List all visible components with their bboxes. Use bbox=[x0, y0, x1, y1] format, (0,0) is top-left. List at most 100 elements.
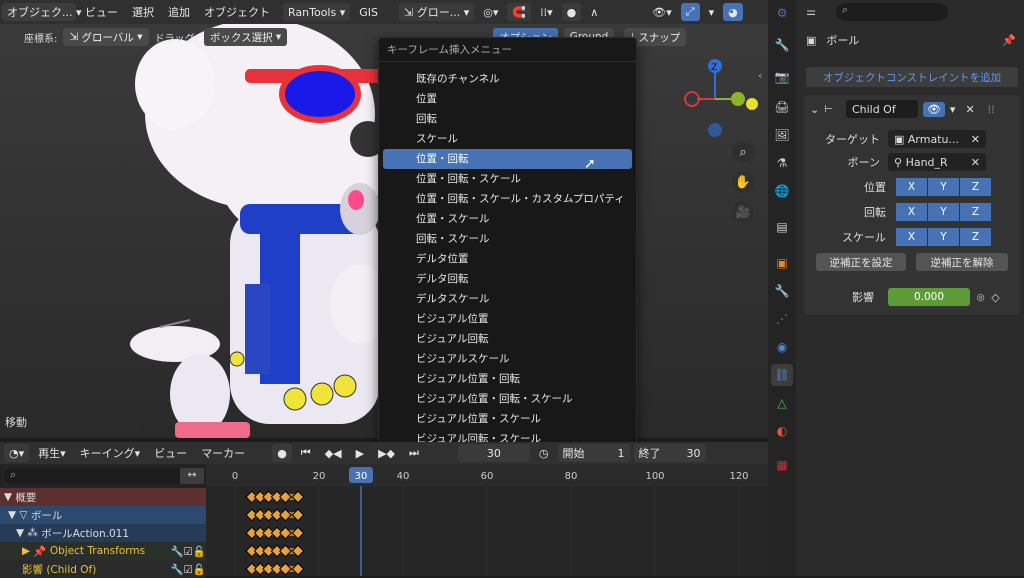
rantools-dropdown[interactable]: RanTools ▾ bbox=[283, 3, 351, 21]
timeline-editor[interactable]: ⌕ ↔ ▼ 概要 ▼ ▽ ボール ▼ ⁂ ボールAction.011 ▶ 📌 O… bbox=[0, 464, 768, 578]
drag-dropdown[interactable]: ボックス選択 ▾ bbox=[203, 28, 288, 46]
last-operator-panel[interactable]: 移動 bbox=[0, 410, 142, 434]
location-xyz[interactable]: XYZ bbox=[896, 178, 992, 196]
bone-field[interactable]: ⚲ Hand_R ✕ bbox=[888, 153, 986, 171]
clear-target-icon[interactable]: ✕ bbox=[971, 133, 980, 146]
view-layer-tab-icon[interactable]: 🖼 bbox=[773, 126, 791, 144]
pivot-icon[interactable]: ◎▾ bbox=[478, 3, 503, 21]
pan-hand-icon[interactable]: ✋ bbox=[732, 171, 754, 193]
snap-icon[interactable]: 🧲 bbox=[507, 3, 532, 21]
menu-item[interactable]: 回転・スケール bbox=[383, 229, 632, 249]
zoom-icon[interactable]: ⌕ bbox=[732, 141, 754, 163]
marker-menu[interactable]: マーカー bbox=[196, 444, 250, 462]
drag-handle-icon[interactable]: ⁞⁞ bbox=[988, 103, 995, 116]
clear-bone-icon[interactable]: ✕ bbox=[971, 156, 980, 169]
menu-select[interactable]: 選択 bbox=[127, 3, 159, 21]
current-frame-badge[interactable]: 30 bbox=[355, 471, 368, 482]
swap-icon[interactable]: ↔ bbox=[180, 468, 204, 484]
keyframe-diamond-icon[interactable]: ◇ bbox=[991, 291, 999, 304]
group-toggle-icons[interactable]: 🔧☑🔓 bbox=[170, 545, 206, 558]
menu-item[interactable]: 位置・回転・スケール・カスタムプロパティ bbox=[383, 189, 632, 209]
menu-item[interactable]: ビジュアル位置・回転・スケール bbox=[383, 389, 632, 409]
collapse-icon[interactable]: ⌄ bbox=[810, 103, 819, 116]
end-frame-field[interactable]: 終了 30 bbox=[633, 444, 706, 462]
overlay-icon[interactable]: ◕ bbox=[723, 3, 743, 21]
clock-icon[interactable]: ◷ bbox=[534, 444, 554, 462]
start-frame-field[interactable]: 開始 1 bbox=[557, 444, 630, 462]
properties-search[interactable]: ⌕ bbox=[836, 3, 948, 21]
channel-influence[interactable]: 影響 (Child Of) 🔧☑🔓 bbox=[0, 560, 206, 578]
dopesheet-area[interactable]: 0 20 40 60 80 100 120 30 bbox=[206, 464, 768, 576]
set-inverse-button[interactable]: 逆補正を設定 bbox=[816, 253, 906, 271]
jump-start-icon[interactable]: ⏮ bbox=[296, 444, 316, 462]
modifier-tab-icon[interactable]: 🔧 bbox=[773, 282, 791, 300]
view-menu[interactable]: ビュー bbox=[149, 444, 192, 462]
add-constraint-button[interactable]: オブジェクトコンストレイントを追加 bbox=[806, 67, 1018, 87]
proportional-edit-icon[interactable]: ● bbox=[561, 3, 582, 21]
rotation-xyz[interactable]: XYZ bbox=[896, 203, 992, 221]
keying-dropdown[interactable]: キーイング ▾ bbox=[75, 444, 146, 462]
menu-item[interactable]: 位置・スケール bbox=[383, 209, 632, 229]
snap-grid-icon[interactable]: ⁞⁞▾ bbox=[535, 3, 558, 21]
influence-toggle-icons[interactable]: 🔧☑🔓 bbox=[170, 563, 206, 576]
prev-keyframe-icon[interactable]: ◆◀ bbox=[320, 444, 347, 462]
orientation-dropdown[interactable]: ⇲ グロー... ▾ bbox=[399, 3, 475, 21]
material-tab-icon[interactable]: ◐ bbox=[773, 422, 791, 440]
texture-tab-icon[interactable]: ▦ bbox=[773, 456, 791, 474]
particles-tab-icon[interactable]: ⋰ bbox=[773, 310, 791, 328]
menu-item[interactable]: ビジュアルスケール bbox=[383, 349, 632, 369]
menu-item[interactable]: 位置 bbox=[383, 89, 632, 109]
menu-item[interactable]: ビジュアル位置・回転 bbox=[383, 369, 632, 389]
scene-tab-icon[interactable]: ⚗ bbox=[773, 154, 791, 172]
gizmo-icon[interactable]: ⤢ bbox=[680, 3, 700, 21]
channel-summary[interactable]: ▼ 概要 bbox=[0, 488, 206, 506]
channel-group[interactable]: ▶ 📌 Object Transforms 🔧☑🔓 bbox=[0, 542, 206, 560]
channel-object[interactable]: ▼ ▽ ボール bbox=[0, 506, 206, 524]
camera-icon[interactable]: 🎥 bbox=[732, 201, 754, 223]
pin-icon[interactable]: 📌 bbox=[1002, 34, 1016, 47]
object-tab-icon[interactable]: ▣ bbox=[773, 254, 791, 272]
playback-dropdown[interactable]: 再生 ▾ bbox=[33, 444, 71, 462]
current-frame-field[interactable]: 30 bbox=[457, 444, 530, 462]
tool-tab-icon[interactable]: 🔧 bbox=[773, 36, 791, 54]
menu-item[interactable]: デルタ位置 bbox=[383, 249, 632, 269]
play-icon[interactable]: ▶ bbox=[351, 444, 369, 462]
scale-xyz[interactable]: XYZ bbox=[896, 228, 992, 246]
menu-add[interactable]: 追加 bbox=[163, 3, 195, 21]
menu-gis[interactable]: GIS bbox=[354, 3, 383, 21]
eye-icon[interactable]: 👁 bbox=[922, 101, 945, 117]
channel-action[interactable]: ▼ ⁂ ボールAction.011 bbox=[0, 524, 206, 542]
toggle-icon[interactable]: ⚌ bbox=[796, 0, 826, 22]
editor-type-icon[interactable]: ⚙ bbox=[773, 4, 791, 22]
visibility-icon[interactable]: 👁▾ bbox=[647, 3, 677, 21]
clear-inverse-button[interactable]: 逆補正を解除 bbox=[916, 253, 1008, 271]
close-icon[interactable]: ✕ bbox=[965, 103, 974, 116]
world-tab-icon[interactable]: 🌐 bbox=[773, 182, 791, 200]
constraint-name-field[interactable]: Child Of bbox=[845, 100, 918, 118]
menu-item[interactable]: 回転 bbox=[383, 109, 632, 129]
menu-item[interactable]: スケール bbox=[383, 129, 632, 149]
menu-item[interactable]: デルタスケール bbox=[383, 289, 632, 309]
overlay-dropdown-icon[interactable]: ▾ bbox=[704, 3, 720, 21]
influence-slider[interactable]: 0.000 bbox=[888, 288, 970, 306]
next-keyframe-icon[interactable]: ▶◆ bbox=[373, 444, 400, 462]
record-icon[interactable]: ● bbox=[272, 444, 292, 462]
menu-item[interactable]: ビジュアル位置 bbox=[383, 309, 632, 329]
collapse-arrow-icon[interactable]: ‹ bbox=[758, 69, 762, 82]
menu-object[interactable]: オブジェクト bbox=[199, 3, 275, 21]
target-field[interactable]: ▣ Armatu... ✕ bbox=[888, 130, 986, 148]
falloff-icon[interactable]: ∧ bbox=[585, 3, 603, 21]
physics-tab-icon[interactable]: ◉ bbox=[773, 338, 791, 356]
data-tab-icon[interactable]: △ bbox=[773, 394, 791, 412]
mode-dropdown[interactable]: オブジェク... ▾ bbox=[2, 3, 82, 21]
menu-item[interactable]: 既存のチャンネル bbox=[383, 69, 632, 89]
coord-dropdown[interactable]: ⇲ グローバル ▾ bbox=[63, 28, 149, 46]
timeline-editor-icon[interactable]: ◔▾ bbox=[4, 444, 30, 462]
constraint-tab-icon[interactable]: ⛓ bbox=[771, 364, 793, 386]
disable-keep-icon[interactable]: ⊗ bbox=[976, 291, 985, 304]
dropdown-icon[interactable]: ▾ bbox=[950, 103, 956, 116]
menu-item[interactable]: デルタ回転 bbox=[383, 269, 632, 289]
jump-end-icon[interactable]: ⏭ bbox=[404, 444, 424, 462]
render-tab-icon[interactable]: 📷 bbox=[773, 68, 791, 86]
menu-item[interactable]: 位置・回転・スケール bbox=[383, 169, 632, 189]
